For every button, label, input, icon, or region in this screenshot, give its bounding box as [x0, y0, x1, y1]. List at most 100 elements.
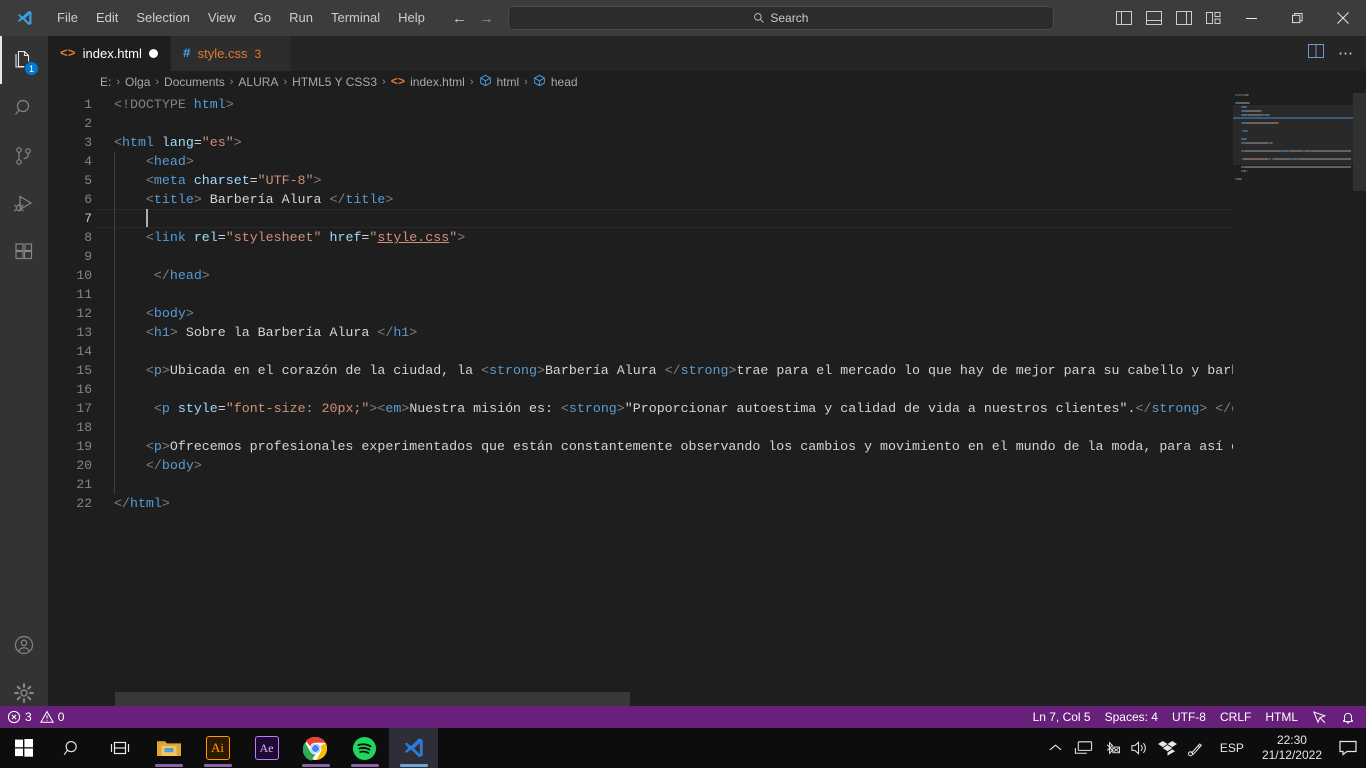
volume-icon[interactable] [1126, 728, 1154, 768]
taskbar-app-visual-studio-code[interactable] [389, 728, 438, 768]
tab-index-html[interactable]: <> index.html [48, 36, 171, 71]
line-content[interactable]: <p style="font-size: 20px;"><em>Nuestra … [92, 399, 1271, 418]
line-content[interactable] [92, 418, 115, 437]
code-line[interactable]: 14 [48, 342, 1271, 361]
network-icon[interactable] [1070, 728, 1098, 768]
breadcrumb-item-documents[interactable]: Documents [164, 75, 225, 89]
code-line[interactable]: 1 <!DOCTYPE html> [48, 95, 1271, 114]
line-content[interactable] [92, 247, 115, 266]
line-content[interactable]: <link rel="stylesheet" href="style.css"> [92, 228, 465, 247]
code-editor[interactable]: 1 <!DOCTYPE html> 2 3 <html lang="es"> 4 <hea… [48, 93, 1366, 717]
code-line[interactable]: 19 <p>Ofrecemos profesionales experiment… [48, 437, 1271, 456]
menu-selection[interactable]: Selection [128, 5, 197, 31]
code-line[interactable]: 5 <meta charset="UTF-8"> [48, 171, 1271, 190]
tab-style-css[interactable]: # style.css 3 [170, 36, 291, 71]
menu-help[interactable]: Help [390, 5, 433, 31]
taskbar-app-file-explorer[interactable] [144, 728, 193, 768]
code-line[interactable]: 6 <title> Barbería Alura </title> [48, 190, 1271, 209]
breadcrumb-item-index-html[interactable]: index.html [410, 75, 465, 89]
breadcrumb-item-head[interactable]: head [551, 75, 578, 89]
menu-go[interactable]: Go [246, 5, 279, 31]
show-hidden-icons-icon[interactable] [1042, 728, 1070, 768]
code-line[interactable]: 7 [48, 209, 1283, 228]
status-indentation[interactable]: Spaces: 4 [1098, 706, 1165, 728]
more-actions-icon[interactable]: ⋯ [1338, 46, 1354, 61]
bluetooth-icon[interactable] [1098, 728, 1126, 768]
line-content[interactable]: <body> [92, 304, 194, 323]
menu-edit[interactable]: Edit [88, 5, 126, 31]
accounts-button[interactable] [0, 621, 48, 669]
code-line[interactable]: 18 [48, 418, 1271, 437]
line-content[interactable]: <head> [92, 152, 194, 171]
arrow-left-icon[interactable]: ← [452, 11, 467, 26]
clock[interactable]: 22:30 21/12/2022 [1254, 733, 1330, 763]
breadcrumb-item-drive[interactable]: E: [100, 75, 111, 89]
dropbox-icon[interactable] [1154, 728, 1182, 768]
minimize-button[interactable] [1228, 0, 1274, 36]
line-content[interactable]: <title> Barbería Alura </title> [92, 190, 393, 209]
language-indicator[interactable]: ESP [1210, 741, 1254, 755]
line-content[interactable]: <p>Ubicada en el corazón de la ciudad, l… [92, 361, 1271, 380]
pen-icon[interactable] [1182, 728, 1210, 768]
line-content[interactable]: <html lang="es"> [92, 133, 242, 152]
code-line[interactable]: 22 </html> [48, 494, 1271, 513]
line-content[interactable] [92, 285, 115, 304]
line-content[interactable]: </body> [92, 456, 202, 475]
taskbar-app-spotify[interactable] [340, 728, 389, 768]
taskbar-search-button[interactable] [48, 728, 96, 768]
vertical-scrollbar[interactable] [1353, 93, 1366, 717]
menu-bar[interactable]: File Edit Selection View Go Run Terminal… [48, 0, 434, 36]
menu-file[interactable]: File [49, 5, 86, 31]
status-problems[interactable]: 3 0 [0, 706, 71, 728]
line-content[interactable]: <!DOCTYPE html> [92, 95, 234, 114]
sidebar-item-source-control[interactable] [0, 132, 48, 180]
taskbar-app-google-chrome[interactable] [291, 728, 340, 768]
horizontal-scrollbar[interactable] [115, 692, 630, 706]
line-content[interactable]: </head> [92, 266, 210, 285]
code-line[interactable]: 10 </head> [48, 266, 1271, 285]
sidebar-item-run-and-debug[interactable] [0, 180, 48, 228]
toggle-primary-sidebar-icon[interactable] [1115, 10, 1132, 27]
code-line[interactable]: 3 <html lang="es"> [48, 133, 1271, 152]
code-line[interactable]: 12 <body> [48, 304, 1271, 323]
code-line[interactable]: 20 </body> [48, 456, 1271, 475]
code-line[interactable]: 15 <p>Ubicada en el corazón de la ciudad… [48, 361, 1271, 380]
customize-layout-icon[interactable] [1205, 10, 1222, 27]
line-content[interactable] [92, 114, 114, 133]
line-content[interactable]: <meta charset="UTF-8"> [92, 171, 322, 190]
sidebar-item-extensions[interactable] [0, 228, 48, 276]
line-content[interactable]: </html> [92, 494, 170, 513]
line-content[interactable] [92, 475, 115, 494]
code-line[interactable]: 11 [48, 285, 1271, 304]
notifications-button[interactable] [1330, 728, 1366, 768]
vertical-scrollbar-thumb[interactable] [1353, 93, 1366, 191]
arrow-right-icon[interactable]: → [479, 11, 494, 26]
maximize-button[interactable] [1274, 0, 1320, 36]
status-encoding[interactable]: UTF-8 [1165, 706, 1213, 728]
line-content[interactable]: <h1> Sobre la Barbería Alura </h1> [92, 323, 417, 342]
toggle-secondary-sidebar-icon[interactable] [1175, 10, 1192, 27]
code-line[interactable]: 17 <p style="font-size: 20px;"><em>Nuest… [48, 399, 1271, 418]
menu-view[interactable]: View [200, 5, 244, 31]
status-eol[interactable]: CRLF [1213, 706, 1258, 728]
minimap[interactable] [1233, 93, 1353, 717]
sidebar-item-search[interactable] [0, 84, 48, 132]
search-input[interactable]: Search [507, 6, 1054, 30]
close-button[interactable] [1320, 0, 1366, 36]
status-notifications-button[interactable] [1334, 706, 1362, 728]
breadcrumb-item-html[interactable]: html [497, 75, 520, 89]
taskbar-app-adobe-after-effects[interactable]: Ae [242, 728, 291, 768]
taskbar-app-adobe-illustrator[interactable]: Ai [193, 728, 242, 768]
status-feedback-button[interactable] [1305, 706, 1334, 728]
start-button[interactable] [0, 728, 48, 768]
menu-run[interactable]: Run [281, 5, 321, 31]
code-line[interactable]: 9 [48, 247, 1271, 266]
code-line[interactable]: 8 <link rel="stylesheet" href="style.css… [48, 228, 1271, 247]
breadcrumb-item-alura[interactable]: ALURA [238, 75, 278, 89]
breadcrumb-item-olga[interactable]: Olga [125, 75, 150, 89]
line-content[interactable] [92, 380, 115, 399]
code-line[interactable]: 16 [48, 380, 1271, 399]
split-editor-icon[interactable] [1308, 44, 1324, 63]
breadcrumb-item-html5-y-css3[interactable]: HTML5 Y CSS3 [292, 75, 377, 89]
status-cursor-position[interactable]: Ln 7, Col 5 [1026, 706, 1098, 728]
